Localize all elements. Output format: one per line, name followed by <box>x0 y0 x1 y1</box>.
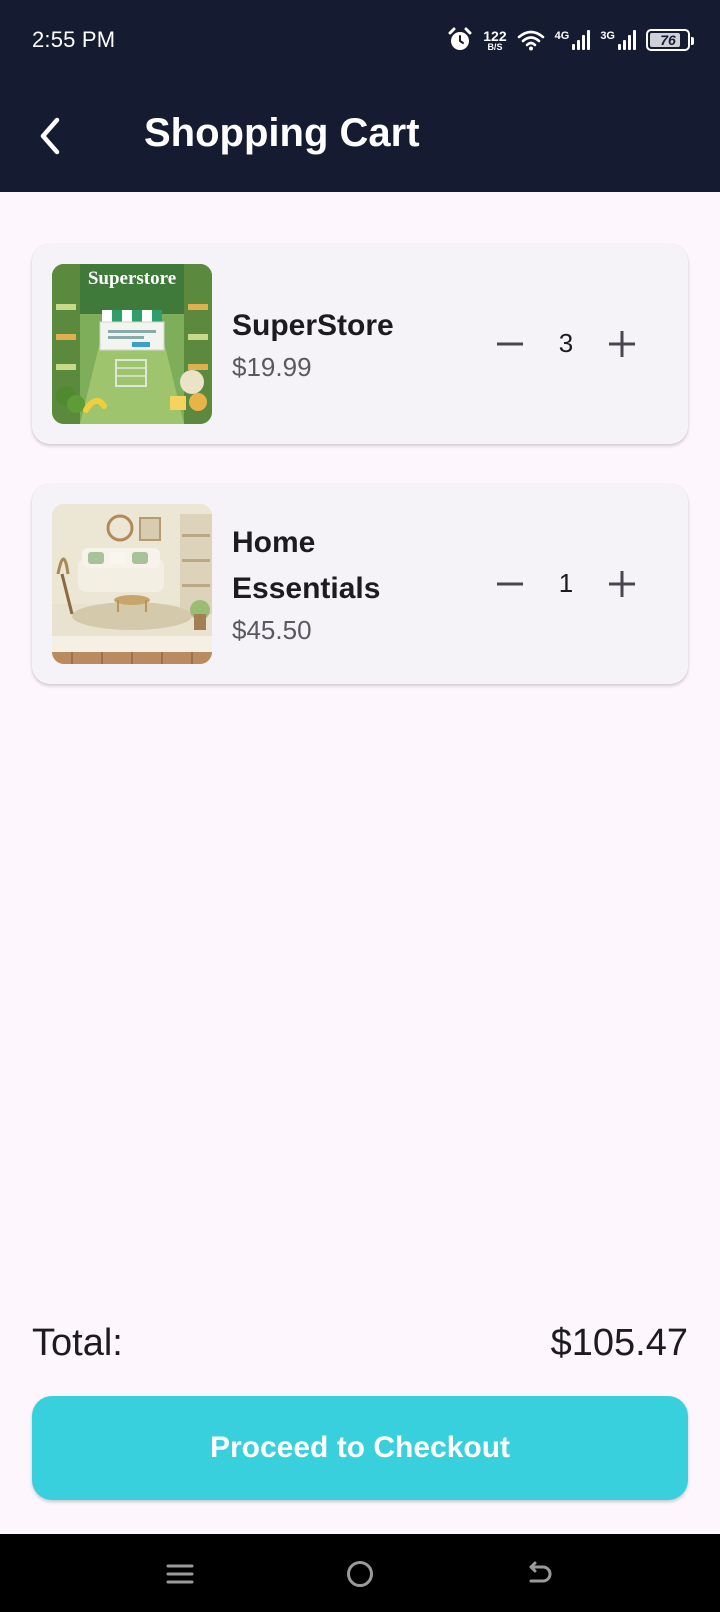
decrement-button[interactable] <box>480 554 540 614</box>
total-row: Total: $105.47 <box>32 1322 688 1372</box>
plus-icon <box>609 571 635 597</box>
back-button[interactable] <box>24 110 76 162</box>
status-bar: 2:55 PM 122 B/S 4G 3G 76 <box>0 0 720 82</box>
net-speed-unit: B/S <box>487 41 503 52</box>
quantity-stepper: 1 <box>480 554 660 614</box>
chevron-left-icon <box>40 117 60 155</box>
product-image: Superstore <box>52 264 212 424</box>
image-store-title: Superstore <box>88 268 176 289</box>
plus-icon <box>609 331 635 357</box>
quantity-stepper: 3 <box>480 314 660 374</box>
network-type-1: 4G <box>554 30 570 42</box>
status-icons: 122 B/S 4G 3G 76 <box>447 24 694 56</box>
item-info: SuperStore $19.99 <box>232 244 394 444</box>
signal-icon: 4G <box>555 30 591 50</box>
item-name: SuperStore <box>232 309 394 342</box>
item-price: $45.50 <box>232 615 312 645</box>
home-icon <box>347 1561 373 1587</box>
net-speed: 122 B/S <box>483 29 506 52</box>
battery-icon: 76 <box>646 29 694 51</box>
status-time: 2:55 PM <box>32 27 116 52</box>
alarm-icon <box>448 27 472 50</box>
home-button[interactable] <box>340 1556 380 1592</box>
battery-percent: 76 <box>660 32 676 48</box>
product-image <box>52 504 212 664</box>
decrement-button[interactable] <box>480 314 540 374</box>
minus-icon <box>497 342 523 346</box>
total-value: $105.47 <box>550 1322 688 1364</box>
network-type-2: 3G <box>600 30 615 42</box>
back-nav-button[interactable] <box>520 1556 560 1592</box>
cart-item: Home Essentials $45.50 1 <box>32 484 688 684</box>
app-bar: Shopping Cart <box>0 82 720 192</box>
increment-button[interactable] <box>592 554 652 614</box>
item-price: $19.99 <box>232 352 312 382</box>
net-speed-value: 122 <box>483 27 507 44</box>
signal-icon: 3G <box>600 30 636 50</box>
menu-button[interactable] <box>160 1556 200 1592</box>
system-nav-bar <box>0 1534 720 1612</box>
cart-item: Superstore SuperStore $19.99 3 <box>32 244 688 444</box>
minus-icon <box>497 582 523 586</box>
back-icon <box>529 1561 552 1583</box>
total-label: Total: <box>32 1322 123 1364</box>
menu-icon <box>166 1564 194 1584</box>
page-title: Shopping Cart <box>144 111 420 155</box>
item-info: Home Essentials $45.50 <box>232 484 432 684</box>
quantity-value: 3 <box>558 328 574 358</box>
increment-button[interactable] <box>592 314 652 374</box>
checkout-button[interactable]: Proceed to Checkout <box>32 1396 688 1500</box>
wifi-icon <box>517 30 544 51</box>
item-name: Home Essentials <box>232 526 381 605</box>
quantity-value: 1 <box>558 568 574 598</box>
